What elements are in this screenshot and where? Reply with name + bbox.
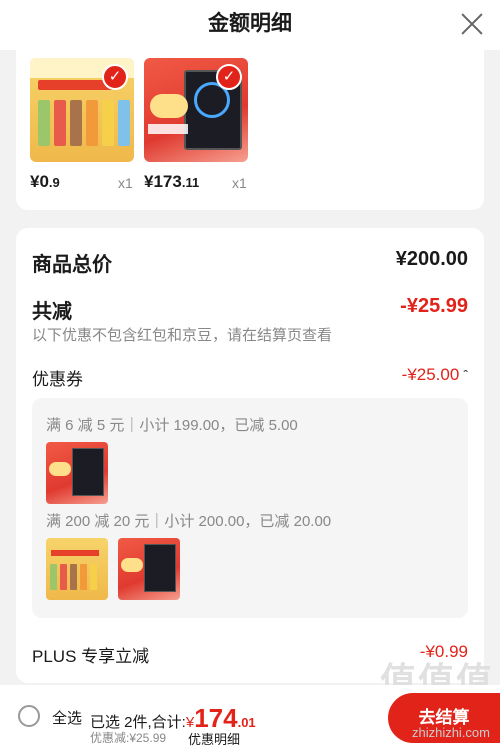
product-qty: x1 — [118, 175, 133, 191]
selected-check-icon: ✓ — [216, 64, 242, 90]
product-thumbnail[interactable]: ✓ — [30, 58, 134, 162]
watermark-url: zhizhizhi.com — [411, 725, 490, 740]
reduce-label: 共减 — [32, 301, 72, 323]
sheet-title: 金额明细 — [208, 12, 292, 35]
coupon-label: 优惠券 — [32, 370, 83, 389]
chevron-up-icon: ˆ — [463, 367, 468, 383]
coupon-breakdown: 满 6 减 5 元｜小计 199.00，已减 5.00 满 200 减 20 元… — [32, 398, 468, 618]
close-icon[interactable] — [458, 10, 486, 38]
discount-detail-link[interactable]: 优惠明细 — [188, 729, 240, 748]
coupon-group-text: 满 200 减 20 元｜小计 200.00，已减 20.00 — [46, 513, 332, 530]
total-row: 商品总价 ¥200.00 — [32, 248, 468, 277]
reduce-note: 以下优惠不包含红包和京豆，请在结算页查看 — [32, 327, 333, 344]
product-item[interactable]: ✓ ¥0.9 x1 — [30, 58, 148, 191]
total-value: ¥200.00 — [395, 248, 468, 270]
reduce-row: 共减 -¥25.99 — [32, 295, 468, 324]
coupon-product-thumbnail — [46, 538, 108, 600]
coupon-group-text: 满 6 减 5 元｜小计 199.00，已减 5.00 — [46, 417, 298, 434]
product-item[interactable]: ✓ ¥173.11 x1 — [144, 58, 262, 191]
sheet-header: 金额明细 — [0, 0, 500, 50]
selected-check-icon: ✓ — [102, 64, 128, 90]
product-price: ¥173.11 — [144, 172, 200, 191]
product-qty: x1 — [232, 175, 247, 191]
plus-label: PLUS 专享立减 — [32, 647, 150, 666]
reduce-value: -¥25.99 — [400, 295, 468, 317]
product-strip: ✓ ¥0.9 x1 ✓ ¥173.11 x1 — [16, 50, 484, 210]
coupon-product-thumbnail — [46, 442, 108, 504]
product-thumbnail[interactable]: ✓ — [144, 58, 248, 162]
product-price: ¥0.9 — [30, 172, 60, 191]
price-detail-card: 商品总价 ¥200.00 共减 -¥25.99 以下优惠不包含红包和京豆，请在结… — [16, 228, 484, 683]
select-all-label[interactable]: 全选 — [52, 707, 82, 728]
coupon-value[interactable]: -¥25.00 ˆ — [402, 365, 468, 385]
total-label: 商品总价 — [32, 254, 112, 276]
coupon-row[interactable]: 优惠券 -¥25.00 ˆ — [32, 365, 468, 390]
discount-summary: 优惠减:¥25.99 — [90, 731, 167, 745]
checkout-bar: 全选 已选 2件,合计:¥174.01 优惠减:¥25.99 优惠明细 去结算 — [0, 685, 500, 750]
amount-detail-sheet: 金额明细 ✓ ¥0.9 x1 ✓ ¥173.11 x1 商品总价 ¥200.00… — [0, 0, 500, 750]
select-all-radio[interactable] — [18, 705, 40, 727]
coupon-product-thumbnail — [118, 538, 180, 600]
